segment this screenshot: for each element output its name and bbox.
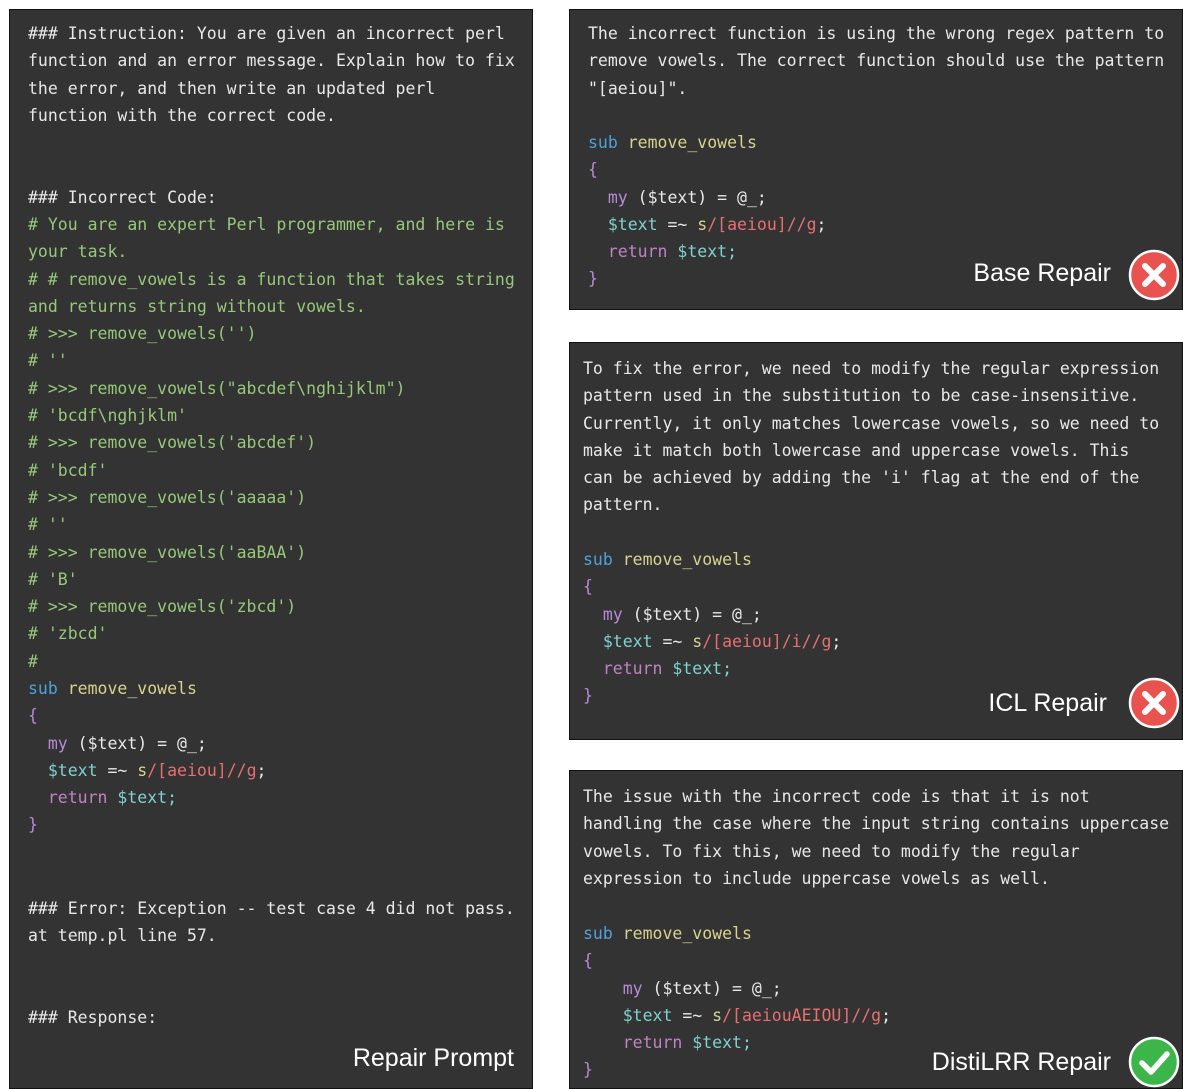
distilrr-repair-panel: The issue with the incorrect code is tha… xyxy=(569,770,1183,1089)
fail-x-icon xyxy=(1128,249,1180,301)
repair-prompt-panel: ### Instruction: You are given an incorr… xyxy=(9,9,533,1089)
distilrr-repair-label: DistiLRR Repair xyxy=(931,1048,1111,1076)
response-header: ### Response: xyxy=(28,1008,158,1027)
icl-repair-code: sub remove_vowels { my ($text) = @_; $te… xyxy=(583,550,842,706)
icl-repair-explanation: To fix the error, we need to modify the … xyxy=(583,359,1160,515)
distilrr-repair-explanation: The issue with the incorrect code is tha… xyxy=(583,787,1170,888)
instruction-text: ### Instruction: You are given an incorr… xyxy=(28,24,515,125)
incorrect-code-header: ### Incorrect Code: xyxy=(28,188,217,207)
repair-prompt-label: Repair Prompt xyxy=(352,1044,514,1072)
error-text: ### Error: Exception -- test case 4 did … xyxy=(28,899,515,946)
incorrect-code-comments: # You are an expert Perl programmer, and… xyxy=(28,215,515,671)
base-repair-explanation: The incorrect function is using the wron… xyxy=(588,24,1165,98)
base-repair-label: Base Repair xyxy=(973,259,1111,287)
fail-x-icon xyxy=(1128,677,1180,729)
base-repair-panel: The incorrect function is using the wron… xyxy=(569,9,1183,310)
icl-repair-panel: To fix the error, we need to modify the … xyxy=(569,342,1183,740)
base-repair-code: sub remove_vowels { my ($text) = @_; $te… xyxy=(588,133,827,289)
incorrect-code-block: sub remove_vowels { my ($text) = @_; $te… xyxy=(28,679,267,835)
icl-repair-label: ICL Repair xyxy=(988,689,1107,717)
pass-check-icon xyxy=(1128,1036,1180,1088)
distilrr-repair-code: sub remove_vowels { my ($text) = @_; $te… xyxy=(583,924,891,1080)
